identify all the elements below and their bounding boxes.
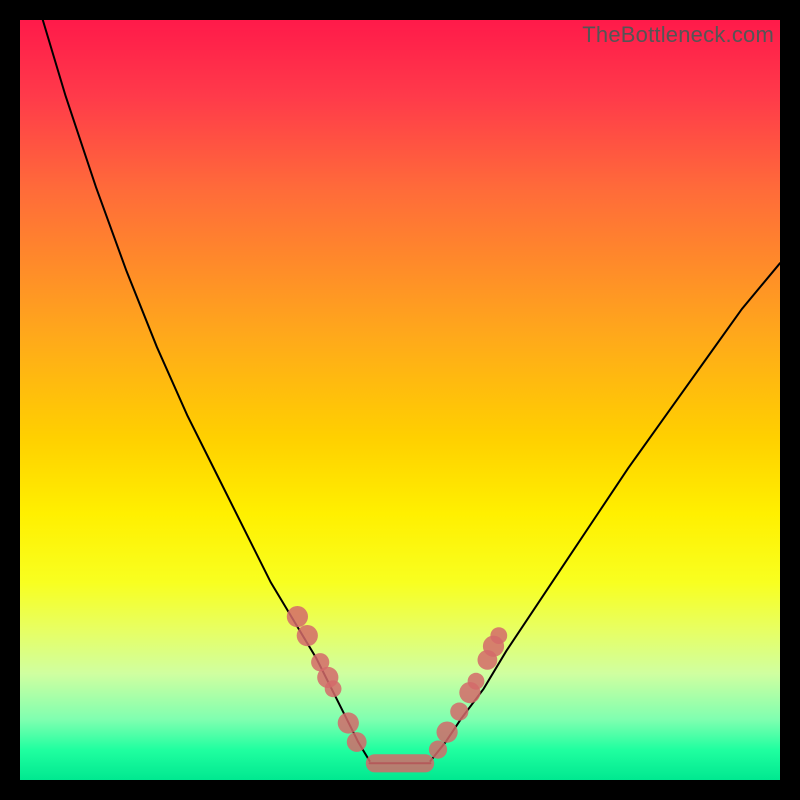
curve-right: [430, 263, 780, 761]
data-marker: [287, 606, 308, 627]
chart-svg: [20, 20, 780, 780]
data-marker: [450, 703, 468, 721]
plot-area: TheBottleneck.com: [20, 20, 780, 780]
data-marker: [297, 625, 318, 646]
data-marker: [325, 680, 342, 697]
bottom-pill: [366, 754, 434, 772]
data-marker: [490, 627, 507, 644]
data-marker: [437, 722, 458, 743]
data-marker: [347, 732, 367, 752]
data-marker: [338, 712, 359, 733]
data-marker: [468, 673, 485, 690]
curve-left: [43, 20, 370, 761]
marker-group-right: [429, 627, 507, 759]
chart-frame: TheBottleneck.com: [0, 0, 800, 800]
data-marker: [429, 741, 447, 759]
